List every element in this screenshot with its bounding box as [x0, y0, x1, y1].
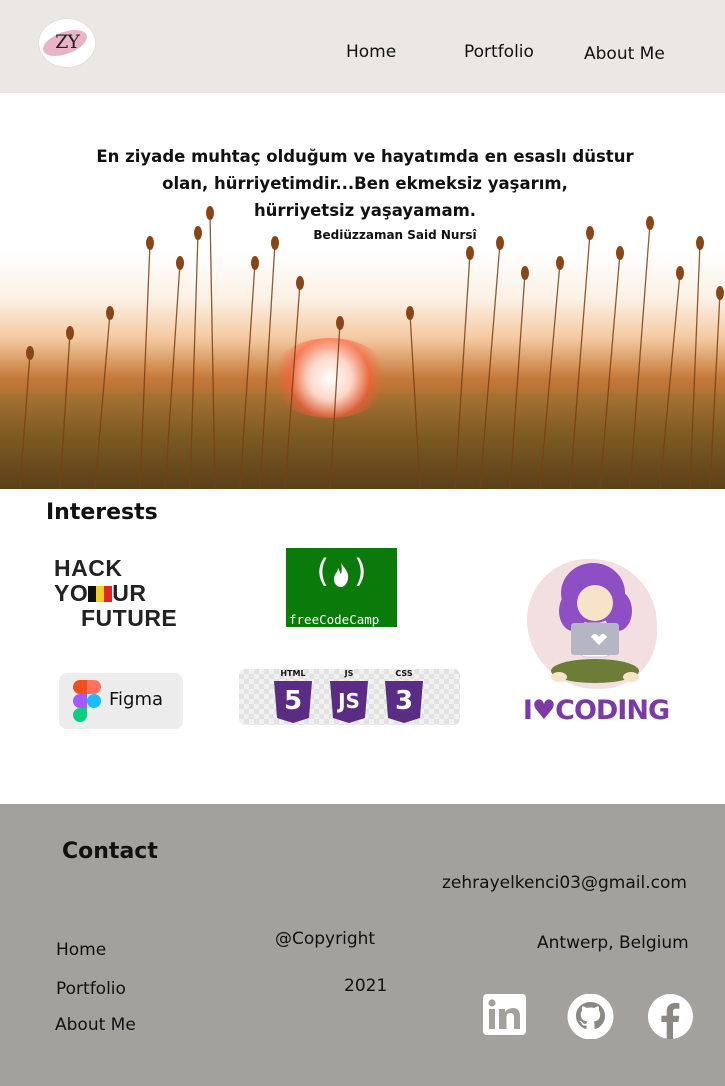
girl-with-laptop-icon	[551, 563, 639, 683]
contact-email[interactable]: zehrayelkenci03@gmail.com	[442, 873, 687, 893]
logo[interactable]: ZY	[38, 18, 96, 68]
facebook-icon[interactable]	[648, 994, 693, 1039]
site-header: ZY Home Portfolio About Me	[0, 0, 725, 93]
github-icon[interactable]	[567, 994, 614, 1039]
quote-line-1: En ziyade muhtaç olduğum ve hayatımda en…	[96, 147, 634, 166]
contact-title: Contact	[62, 839, 158, 864]
fcc-name: freeCodeCamp	[289, 612, 380, 627]
site-footer: Contact zehrayelkenci03@gmail.com Antwer…	[0, 804, 725, 1086]
css3-badge: CSS 3	[384, 669, 424, 725]
quote-line-2: olan, hürriyetimdir...Ben ekmeksiz yaşar…	[162, 174, 568, 193]
hyf-line-2: YO UR	[54, 580, 147, 606]
logo-text: ZY	[55, 31, 80, 53]
copyright-year: 2021	[344, 976, 388, 996]
interests-title: Interests	[46, 500, 158, 525]
footer-link-portfolio[interactable]: Portfolio	[56, 979, 126, 999]
i-love-coding-illustration: I♥CODING	[515, 553, 675, 738]
flag-yellow	[96, 586, 105, 602]
nav-portfolio[interactable]: Portfolio	[464, 42, 534, 62]
figma-logo: Figma	[59, 673, 183, 729]
quote-author: Bediüzzaman Said Nursî	[313, 228, 477, 242]
hero-banner: En ziyade muhtaç olduğum ve hayatımda en…	[0, 93, 725, 489]
hero-quote: En ziyade muhtaç olduğum ve hayatımda en…	[60, 143, 670, 224]
js-badge: JS JS	[329, 669, 369, 725]
html-js-css-badges: HTML 5 JS JS CSS 3	[239, 669, 460, 725]
linkedin-icon[interactable]	[483, 994, 526, 1035]
figma-icon	[73, 680, 101, 722]
copyright-text: @Copyright	[275, 929, 376, 949]
footer-link-home[interactable]: Home	[56, 940, 106, 960]
footer-link-about-me[interactable]: About Me	[55, 1015, 136, 1035]
figma-name: Figma	[109, 689, 164, 710]
html5-badge: HTML 5	[273, 669, 313, 725]
contact-location: Antwerp, Belgium	[537, 933, 689, 953]
nav-about-me[interactable]: About Me	[584, 44, 665, 64]
i-love-coding-text: I♥CODING	[522, 695, 670, 726]
nav-home[interactable]: Home	[346, 42, 396, 62]
flame-icon	[334, 563, 349, 587]
hyf-line-3: FUTURE	[81, 605, 178, 631]
freecodecamp-logo: ( ) freeCodeCamp	[286, 548, 397, 627]
flag-black	[88, 586, 97, 602]
hyf-line-1: HACK	[54, 555, 123, 581]
quote-line-3: hürriyetsiz yaşayamam.	[253, 201, 477, 220]
hack-your-future-logo: HACK YO UR FUTURE	[54, 556, 204, 632]
